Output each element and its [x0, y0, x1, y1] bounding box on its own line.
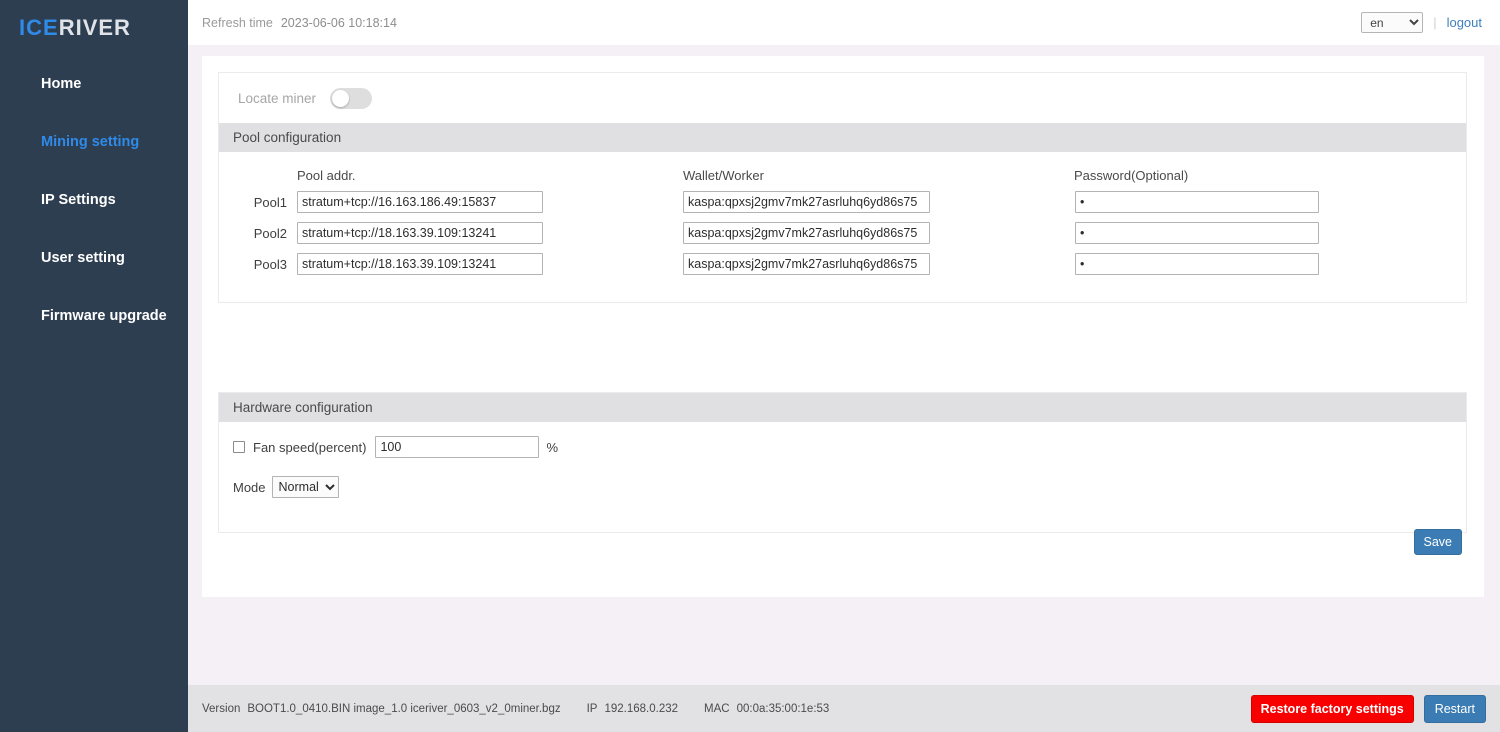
- footer-info: Version BOOT1.0_0410.BIN image_1.0 iceri…: [202, 703, 829, 715]
- locate-miner-label: Locate miner: [238, 91, 316, 106]
- hardware-section-title: Hardware configuration: [219, 393, 1466, 422]
- refresh-time-label: Refresh time: [202, 16, 273, 30]
- version-label: Version: [202, 703, 240, 715]
- percent-symbol: %: [546, 440, 558, 455]
- fan-speed-input[interactable]: [375, 436, 539, 458]
- language-select[interactable]: en: [1361, 12, 1423, 33]
- ip-value: 192.168.0.232: [604, 703, 678, 715]
- mac-value: 00:0a:35:00:1e:53: [737, 703, 830, 715]
- topbar: Refresh time 2023-06-06 10:18:14 en | lo…: [188, 0, 1500, 45]
- restore-factory-settings-button[interactable]: Restore factory settings: [1251, 695, 1414, 723]
- sidebar-item-ip-settings[interactable]: IP Settings: [0, 180, 188, 220]
- pool1-label: Pool1: [219, 195, 297, 210]
- fan-speed-label: Fan speed(percent): [253, 440, 366, 455]
- logo-ice-text: ICE: [19, 15, 59, 40]
- footer-actions: Restore factory settings Restart: [1251, 695, 1486, 723]
- pool3-addr-input[interactable]: [297, 253, 543, 275]
- pool3-wallet-input[interactable]: [683, 253, 930, 275]
- pool2-wallet-input[interactable]: [683, 222, 930, 244]
- footer-bar: Version BOOT1.0_0410.BIN image_1.0 iceri…: [188, 685, 1500, 732]
- logo-river-text: RIVER: [59, 15, 131, 40]
- pool2-label: Pool2: [219, 226, 297, 241]
- settings-card: Locate miner Pool configuration Pool add…: [202, 56, 1484, 597]
- sidebar-item-user-setting[interactable]: User setting: [0, 238, 188, 278]
- mac-label: MAC: [704, 703, 730, 715]
- column-header-wallet-worker: Wallet/Worker: [683, 168, 929, 183]
- fan-speed-checkbox[interactable]: [233, 441, 245, 453]
- save-button[interactable]: Save: [1414, 529, 1463, 555]
- fan-speed-row: Fan speed(percent) %: [229, 436, 1466, 458]
- locate-miner-toggle[interactable]: [330, 88, 372, 109]
- restart-button[interactable]: Restart: [1424, 695, 1486, 723]
- pool-fields-body: Pool addr. Wallet/Worker Password(Option…: [219, 152, 1466, 302]
- pool-row-3: Pool3: [219, 253, 1466, 275]
- sidebar: ICERIVER Home Mining setting IP Settings…: [0, 0, 188, 732]
- main-area: Refresh time 2023-06-06 10:18:14 en | lo…: [188, 0, 1500, 732]
- logout-link[interactable]: logout: [1447, 15, 1482, 30]
- pool-row-2: Pool2: [219, 222, 1466, 244]
- locate-miner-row: Locate miner: [219, 73, 1466, 123]
- topbar-separator: |: [1433, 15, 1436, 30]
- pool2-password-input[interactable]: [1075, 222, 1319, 244]
- pool3-password-input[interactable]: [1075, 253, 1319, 275]
- pool3-label: Pool3: [219, 257, 297, 272]
- column-header-pool-addr: Pool addr.: [297, 168, 543, 183]
- brand-logo: ICERIVER: [0, 0, 188, 56]
- content-area: Locate miner Pool configuration Pool add…: [188, 45, 1500, 685]
- refresh-time-value: 2023-06-06 10:18:14: [281, 16, 397, 30]
- pool-column-headers: Pool addr. Wallet/Worker Password(Option…: [219, 168, 1466, 183]
- version-value: BOOT1.0_0410.BIN image_1.0 iceriver_0603…: [247, 703, 560, 715]
- hardware-fields-body: Fan speed(percent) % Mode Normal: [219, 422, 1466, 532]
- pool1-addr-input[interactable]: [297, 191, 543, 213]
- column-header-password: Password(Optional): [1074, 168, 1320, 183]
- pool1-wallet-input[interactable]: [683, 191, 930, 213]
- app-root: ICERIVER Home Mining setting IP Settings…: [0, 0, 1500, 732]
- pool-row-1: Pool1: [219, 191, 1466, 213]
- save-button-wrap: Save: [1414, 529, 1463, 555]
- pool-section-title: Pool configuration: [219, 123, 1466, 152]
- mode-row: Mode Normal: [229, 476, 1466, 498]
- toggle-knob: [332, 90, 349, 107]
- ip-label: IP: [587, 703, 598, 715]
- pool2-addr-input[interactable]: [297, 222, 543, 244]
- hardware-configuration-panel: Hardware configuration Fan speed(percent…: [218, 392, 1467, 533]
- mode-label: Mode: [233, 480, 266, 495]
- mode-select[interactable]: Normal: [272, 476, 339, 498]
- topbar-right-controls: en | logout: [1361, 12, 1482, 33]
- sidebar-item-mining-setting[interactable]: Mining setting: [0, 122, 188, 162]
- sidebar-item-firmware-upgrade[interactable]: Firmware upgrade: [0, 296, 188, 336]
- pool1-password-input[interactable]: [1075, 191, 1319, 213]
- sidebar-nav: Home Mining setting IP Settings User set…: [0, 64, 188, 336]
- sidebar-item-home[interactable]: Home: [0, 64, 188, 104]
- pool-configuration-panel: Locate miner Pool configuration Pool add…: [218, 72, 1467, 303]
